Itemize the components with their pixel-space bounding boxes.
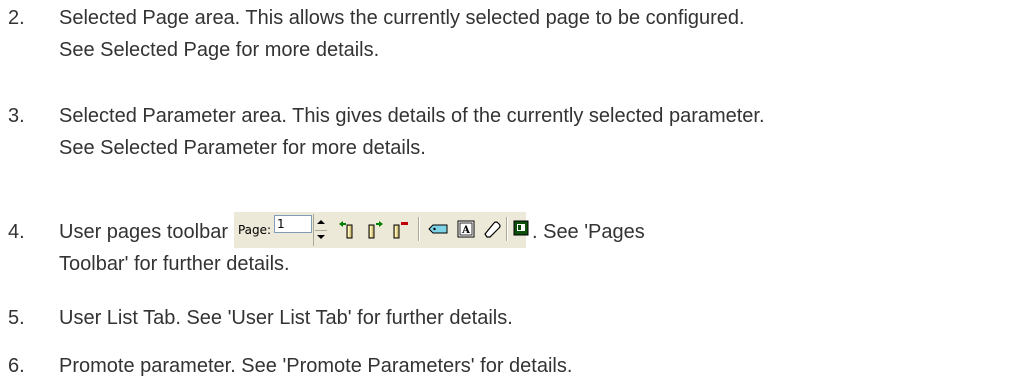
item-text: Selected Page area. This allows the curr… [59, 2, 1009, 66]
eraser-icon[interactable] [481, 218, 503, 240]
item-line: User List Tab. See 'User List Tab' for f… [59, 307, 513, 329]
item-text: Selected Parameter area. This gives deta… [59, 100, 1009, 164]
item-line: See Selected Parameter for more details. [59, 137, 426, 159]
item-number: 5. [8, 307, 25, 329]
toolbar-separator [505, 217, 507, 241]
item-line-2: Toolbar' for further details. [59, 253, 290, 275]
insert-page-before-icon[interactable] [336, 218, 358, 240]
item-number: 4. [8, 221, 25, 243]
item-line-1: User pages toolbar Page: 1 A . See 'Page… [59, 212, 1009, 248]
toolbar-intro-text: User pages toolbar [59, 221, 228, 243]
page-spinner[interactable] [312, 214, 328, 246]
tag-icon[interactable] [427, 218, 449, 240]
spin-down-icon[interactable] [316, 235, 325, 239]
toolbar-separator [417, 217, 419, 241]
item-line: See Selected Page for more details. [59, 39, 380, 61]
item-text: User pages toolbar Page: 1 A . See 'Page… [59, 212, 1009, 280]
item-number: 3. [8, 105, 25, 127]
view-icon[interactable] [510, 218, 529, 240]
page-label: Page: [237, 223, 272, 237]
delete-page-icon[interactable] [390, 218, 412, 240]
item-line: Selected Parameter area. This gives deta… [59, 105, 765, 127]
svg-text:A: A [461, 225, 470, 236]
toolbar-outro-text: . See 'Pages [531, 221, 645, 243]
item-text: User List Tab. See 'User List Tab' for f… [59, 302, 1009, 334]
user-pages-toolbar: Page: 1 A [233, 212, 529, 248]
insert-page-after-icon[interactable] [365, 218, 387, 240]
item-text: Promote parameter. See 'Promote Paramete… [59, 350, 1009, 382]
text-box-icon[interactable]: A [455, 218, 477, 240]
item-number: 6. [8, 355, 25, 377]
page-number-input[interactable]: 1 [273, 215, 312, 233]
item-line: Promote parameter. See 'Promote Paramete… [59, 355, 573, 377]
item-line: Selected Page area. This allows the curr… [59, 7, 745, 29]
spin-up-icon[interactable] [316, 220, 325, 224]
item-number: 2. [8, 7, 25, 29]
